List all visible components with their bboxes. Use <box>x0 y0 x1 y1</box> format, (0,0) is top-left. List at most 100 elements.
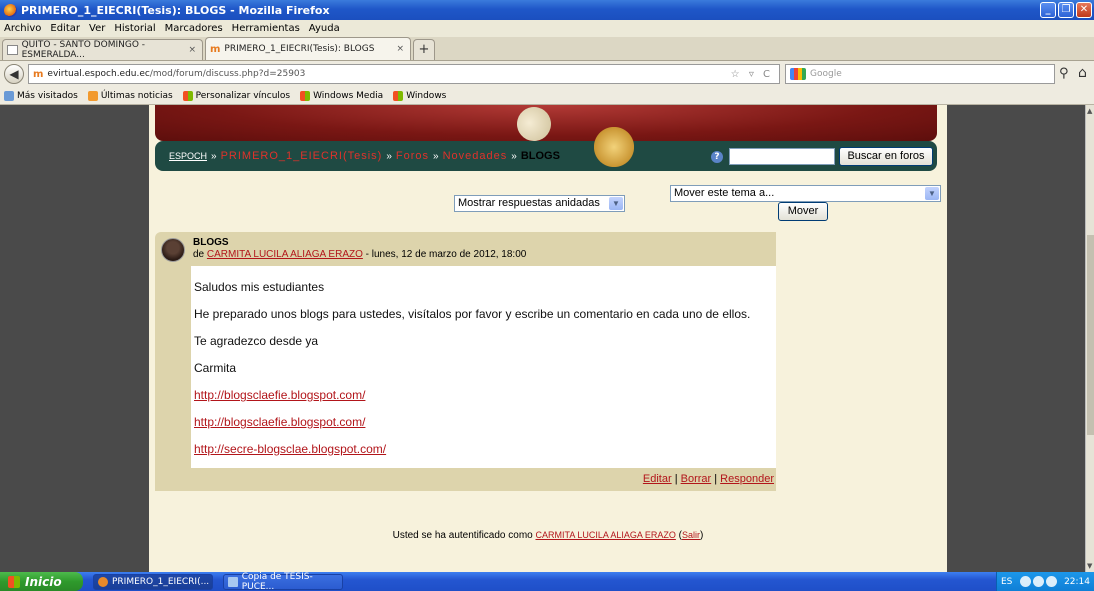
post-date: - lunes, 12 de marzo de 2012, 18:00 <box>362 249 527 260</box>
reply-link[interactable]: Responder <box>720 473 774 485</box>
antivirus-icon[interactable] <box>1032 576 1044 587</box>
post-paragraph: Saludos mis estudiantes <box>194 280 325 294</box>
header-banner <box>155 105 937 148</box>
logout-link[interactable]: Salir <box>682 530 700 540</box>
navigation-bar: ◀ m evirtual.espoch.edu.ec/mod/forum/dis… <box>0 61 1094 87</box>
windows-logo-icon <box>8 575 20 588</box>
bookmark-windows-media[interactable]: Windows Media <box>300 90 383 101</box>
bookmark-ultimas-noticias[interactable]: Últimas noticias <box>87 90 173 101</box>
rss-icon <box>87 90 98 101</box>
tray-icons <box>1019 576 1057 587</box>
chevron-down-icon: ▼ <box>925 187 939 200</box>
firefox-icon <box>98 576 108 587</box>
scroll-down-icon[interactable]: ▼ <box>1087 562 1092 570</box>
edit-link[interactable]: Editar <box>643 473 672 485</box>
new-tab-button[interactable]: + <box>413 39 435 60</box>
home-icon[interactable]: ⌂ <box>1078 65 1087 81</box>
moodle-page: ESPOCH » PRIMERO_1_EIECRI(Tesis) » Foros… <box>149 105 947 572</box>
delete-link[interactable]: Borrar <box>681 473 712 485</box>
menu-herramientas[interactable]: Herramientas <box>232 23 300 34</box>
tab-bar: QUITO - SANTO DOMINGO - ESMERALDA... × m… <box>0 37 1094 61</box>
author-link[interactable]: CARMITA LUCILA ALIAGA ERAZO <box>207 249 363 260</box>
tassel-image <box>594 127 634 167</box>
breadcrumb-course[interactable]: PRIMERO_1_EIECRI(Tesis) <box>221 150 383 162</box>
blog-link-3[interactable]: http://secre-blogsclae.blogspot.com/ <box>194 442 386 456</box>
breadcrumb-foros[interactable]: Foros <box>396 150 429 162</box>
moodle-icon: m <box>210 43 221 55</box>
search-placeholder: Google <box>810 69 842 79</box>
language-indicator[interactable]: ES <box>1001 577 1012 587</box>
url-bar[interactable]: m evirtual.espoch.edu.ec/mod/forum/discu… <box>28 64 780 84</box>
document-icon <box>228 576 238 587</box>
page-viewport: ESPOCH » PRIMERO_1_EIECRI(Tesis) » Foros… <box>0 105 1094 572</box>
menu-archivo[interactable]: Archivo <box>4 23 41 34</box>
bookmarks-bar: Más visitados Últimas noticias Personali… <box>0 87 1094 105</box>
network-icon[interactable] <box>1019 576 1031 587</box>
window-title: PRIMERO_1_EIECRI(Tesis): BLOGS - Mozilla… <box>21 3 330 17</box>
post-paragraph: Te agradezco desde ya <box>194 334 319 348</box>
maximize-button[interactable]: ❐ <box>1058 2 1074 18</box>
windows-taskbar: Inicio PRIMERO_1_EIECRI(... Copia de TES… <box>0 572 1094 591</box>
post-body: Saludos mis estudiantes He preparado uno… <box>191 266 776 468</box>
bookmark-mas-visitados[interactable]: Más visitados <box>4 90 78 101</box>
post-paragraph: Carmita <box>194 361 237 375</box>
tab-close-icon[interactable]: × <box>188 45 196 55</box>
scroll-up-icon[interactable]: ▲ <box>1087 107 1092 115</box>
folder-icon <box>4 90 14 101</box>
search-forums-button[interactable]: Buscar en foros <box>839 147 933 166</box>
scrollbar-thumb[interactable] <box>1087 235 1094 435</box>
post-actions: Editar | Borrar | Responder <box>191 468 776 491</box>
menu-ver[interactable]: Ver <box>89 23 105 34</box>
minimize-button[interactable]: _ <box>1040 2 1056 18</box>
windows-icon <box>393 90 404 101</box>
taskbar-item-firefox[interactable]: PRIMERO_1_EIECRI(... <box>93 573 213 590</box>
bookmark-windows[interactable]: Windows <box>393 90 446 101</box>
url-path: /mod/forum/discuss.php?d=25903 <box>149 69 306 79</box>
back-button[interactable]: ◀ <box>4 64 24 84</box>
windows-icon <box>182 90 193 101</box>
menu-ayuda[interactable]: Ayuda <box>309 23 340 34</box>
post-paragraph: He preparado unos blogs para ustedes, vi… <box>194 307 751 321</box>
start-button[interactable]: Inicio <box>0 572 83 591</box>
post-byline: de CARMITA LUCILA ALIAGA ERAZO - lunes, … <box>193 249 527 260</box>
update-icon[interactable] <box>1045 576 1057 587</box>
forum-search-input[interactable] <box>729 148 835 165</box>
breadcrumb-espoch[interactable]: ESPOCH <box>169 151 207 161</box>
tab-label: PRIMERO_1_EIECRI(Tesis): BLOGS <box>224 44 375 54</box>
firefox-icon <box>4 3 17 17</box>
close-window-button[interactable]: ✕ <box>1076 2 1092 18</box>
menu-marcadores[interactable]: Marcadores <box>165 23 223 34</box>
window-titlebar[interactable]: PRIMERO_1_EIECRI(Tesis): BLOGS - Mozilla… <box>0 0 1094 20</box>
help-icon[interactable]: ? <box>711 151 723 163</box>
menu-historial[interactable]: Historial <box>114 23 155 34</box>
user-profile-link[interactable]: CARMITA LUCILA ALIAGA ERAZO <box>536 530 676 540</box>
tab-blogs[interactable]: m PRIMERO_1_EIECRI(Tesis): BLOGS × <box>205 37 411 60</box>
tab-quito[interactable]: QUITO - SANTO DOMINGO - ESMERALDA... × <box>2 39 203 60</box>
login-info: Usted se ha autentificado como CARMITA L… <box>392 530 704 541</box>
breadcrumb-current: BLOGS <box>520 150 560 162</box>
post-side <box>155 266 191 491</box>
tab-label: QUITO - SANTO DOMINGO - ESMERALDA... <box>21 40 146 60</box>
tab-close-icon[interactable]: × <box>396 44 404 54</box>
search-bar[interactable]: Google <box>785 64 1055 84</box>
menu-editar[interactable]: Editar <box>50 23 80 34</box>
bookmark-personalizar[interactable]: Personalizar vínculos <box>182 90 290 101</box>
move-topic-select[interactable]: Mover este tema a... ▼ <box>670 185 941 202</box>
site-icon: m <box>33 68 44 80</box>
clock: 22:14 <box>1064 576 1090 587</box>
google-icon[interactable] <box>790 68 806 80</box>
avatar[interactable] <box>161 238 185 262</box>
windows-icon <box>300 90 311 101</box>
search-icon[interactable]: ⚲ <box>1059 66 1069 81</box>
post-subject: BLOGS <box>193 237 229 248</box>
blog-link-2[interactable]: http://blogsclaefie.blogspot.com/ <box>194 415 365 429</box>
breadcrumb-novedades[interactable]: Novedades <box>443 150 508 162</box>
blog-link-1[interactable]: http://blogsclaefie.blogspot.com/ <box>194 388 365 402</box>
vertical-scrollbar[interactable]: ▲ ▼ <box>1085 105 1094 572</box>
bookmark-reload-icons[interactable]: ☆ ▿ C <box>731 69 773 80</box>
menu-bar: Archivo Editar Ver Historial Marcadores … <box>0 20 1094 37</box>
url-host: evirtual.espoch.edu.ec <box>47 69 150 79</box>
taskbar-item-document[interactable]: Copia de TESIS-PUCE... <box>223 572 343 591</box>
display-mode-select[interactable]: Mostrar respuestas anidadas ▼ <box>454 195 625 212</box>
move-button[interactable]: Mover <box>778 202 828 221</box>
